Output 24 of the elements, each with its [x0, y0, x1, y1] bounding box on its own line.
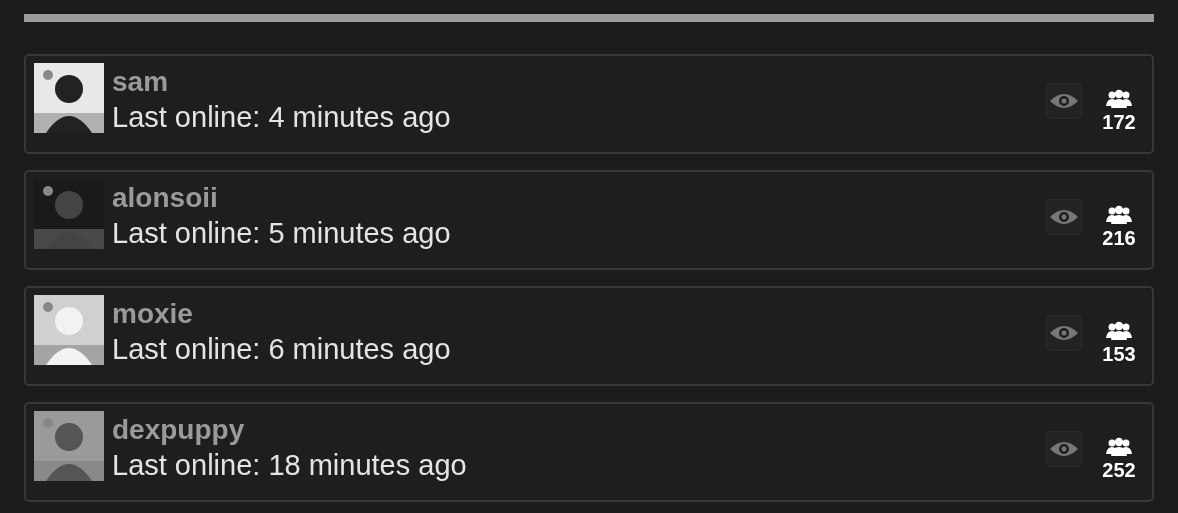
- last-online-text: Last online: 18 minutes ago: [112, 448, 468, 483]
- eye-icon: [1049, 323, 1079, 343]
- username[interactable]: moxie: [112, 297, 1046, 331]
- follower-count: 252: [1102, 459, 1136, 482]
- group-icon: [1106, 205, 1132, 225]
- last-online-text: Last online: 4 minutes ago: [112, 100, 452, 135]
- eye-icon: [1049, 439, 1079, 459]
- view-button[interactable]: [1046, 431, 1082, 467]
- view-button[interactable]: [1046, 83, 1082, 119]
- group-icon: [1106, 89, 1132, 109]
- group-icon: [1106, 437, 1132, 457]
- last-online-text: Last online: 5 minutes ago: [112, 216, 452, 251]
- group-icon: [1106, 321, 1132, 341]
- username[interactable]: dexpuppy: [112, 413, 1046, 447]
- eye-icon: [1049, 207, 1079, 227]
- follower-count: 153: [1102, 343, 1136, 366]
- follower-count: 172: [1102, 111, 1136, 134]
- username[interactable]: alonsoii: [112, 181, 1046, 215]
- username[interactable]: sam: [112, 65, 1046, 99]
- last-online-text: Last online: 6 minutes ago: [112, 332, 452, 367]
- eye-icon: [1049, 91, 1079, 111]
- follower-count: 216: [1102, 227, 1136, 250]
- view-button[interactable]: [1046, 315, 1082, 351]
- view-button[interactable]: [1046, 199, 1082, 235]
